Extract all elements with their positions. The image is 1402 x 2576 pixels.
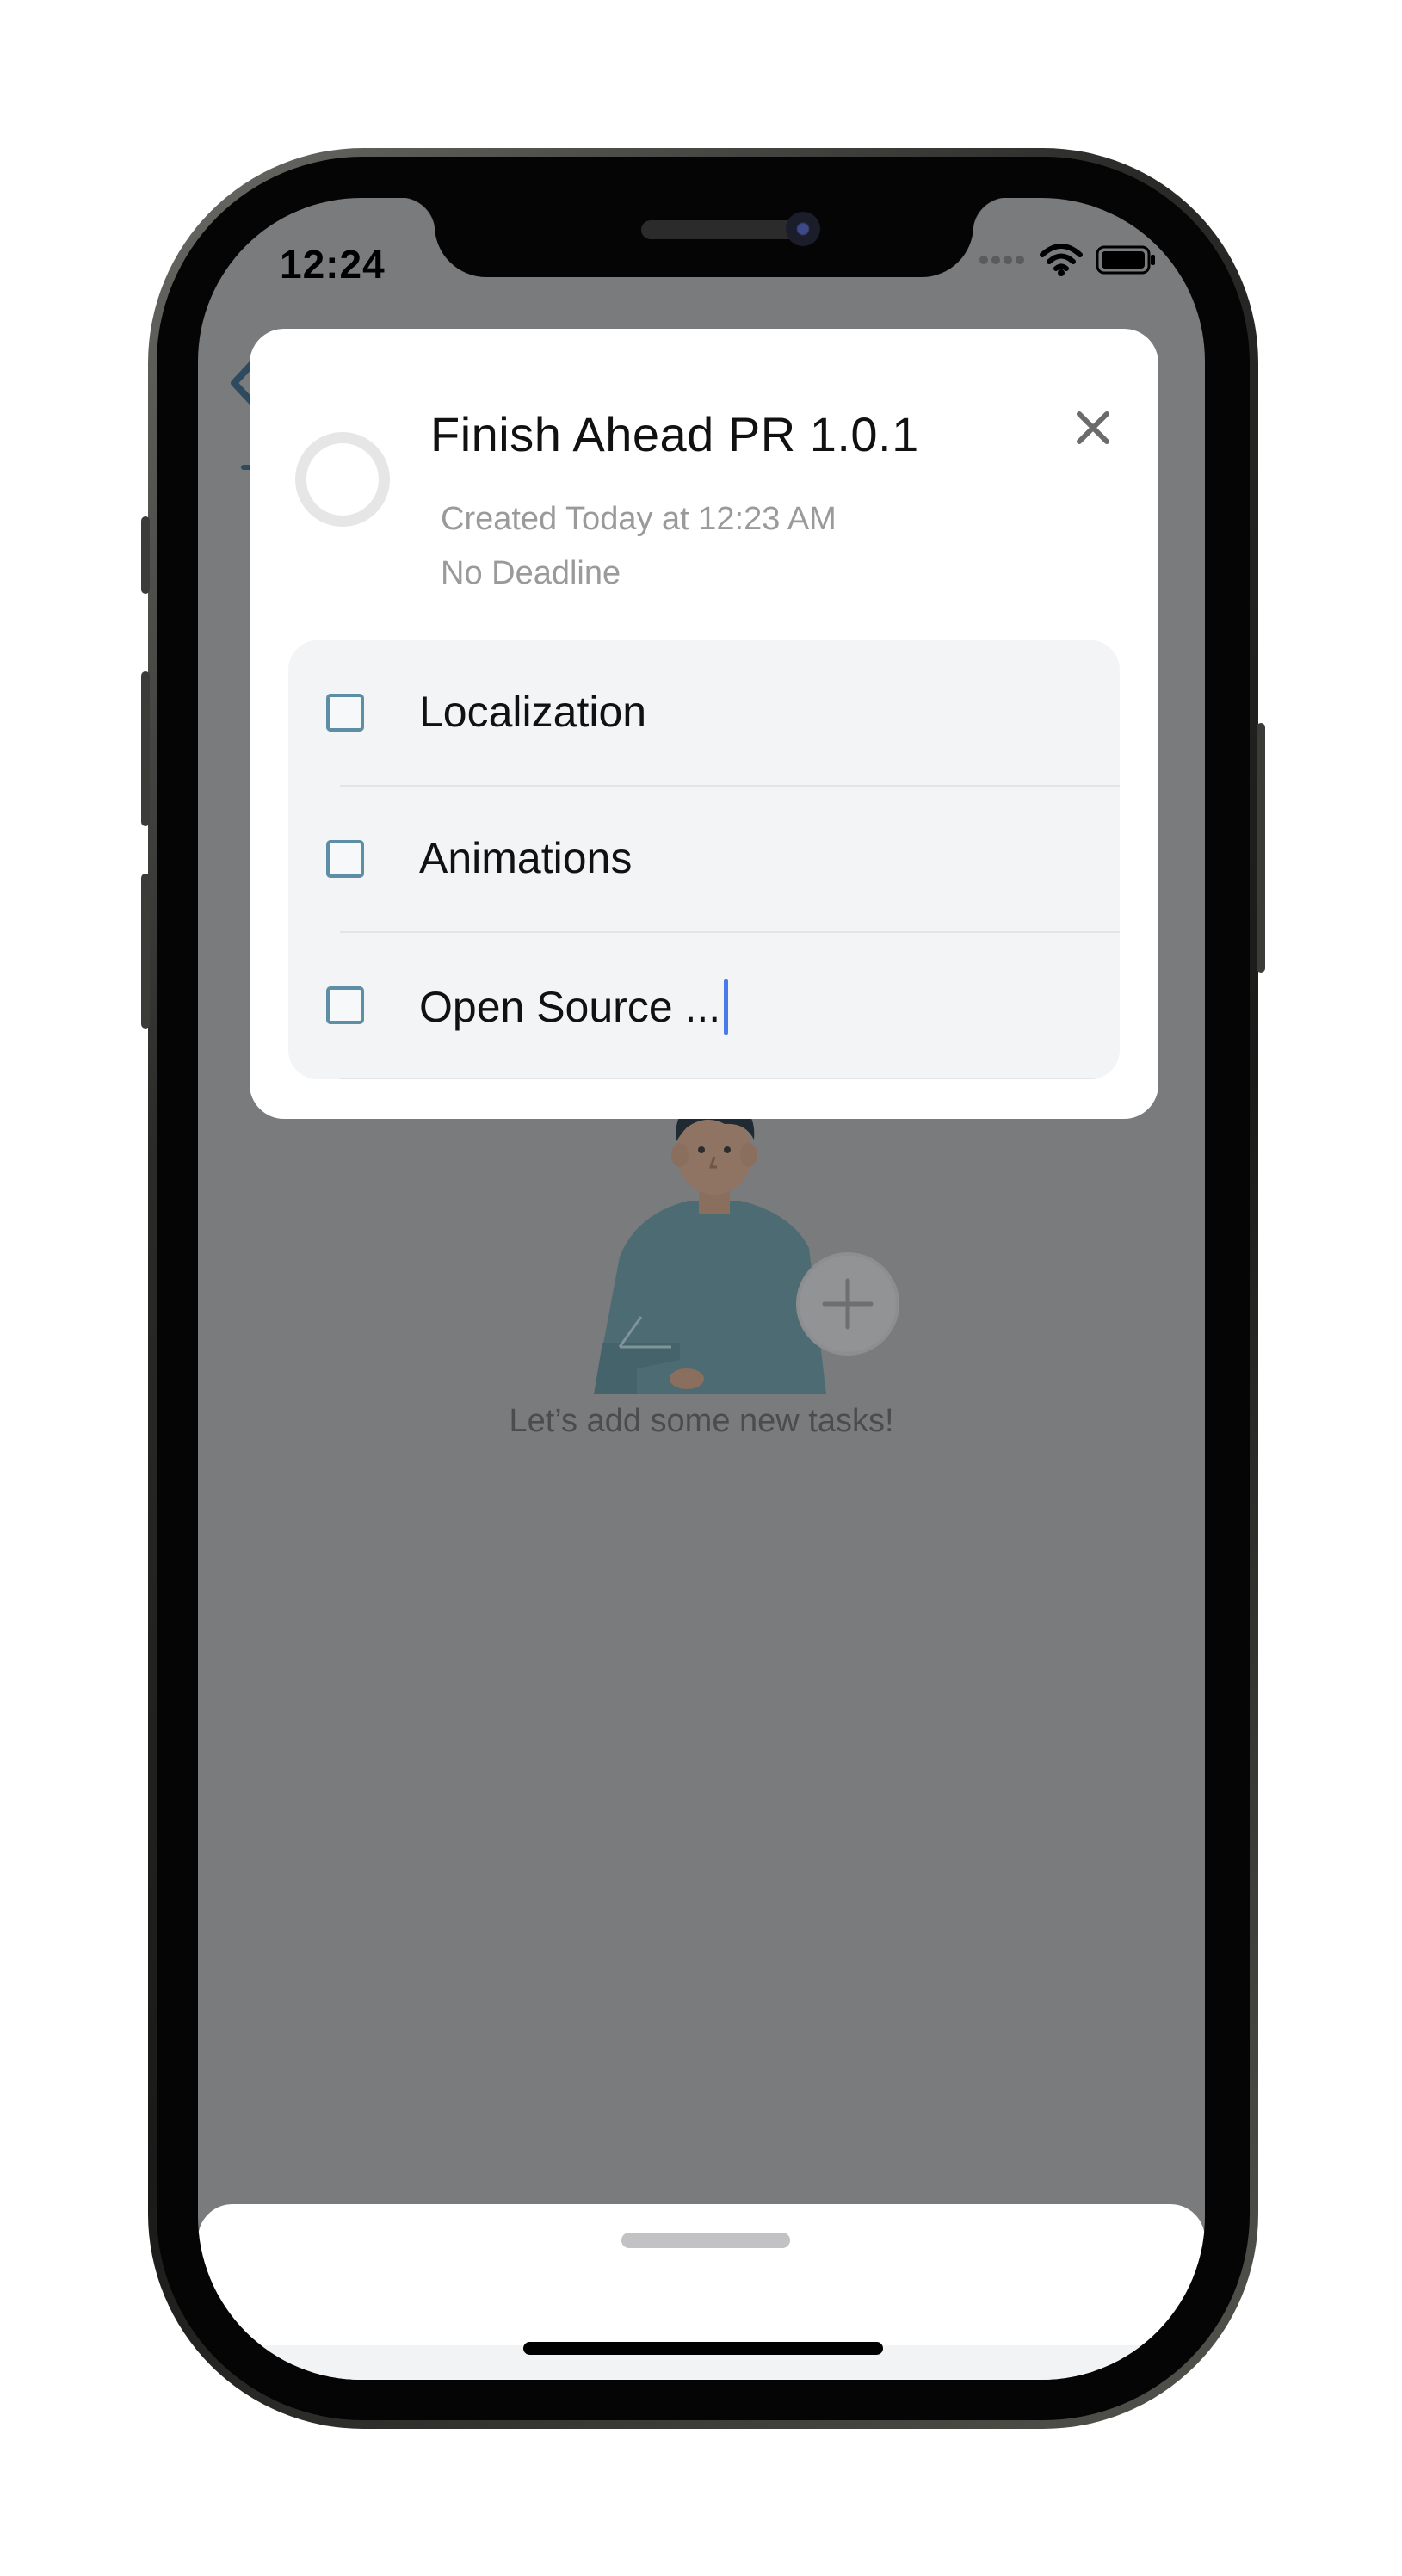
status-time: 12:24 [280, 242, 386, 287]
battery-icon [1096, 245, 1155, 275]
home-indicator[interactable] [523, 2342, 883, 2355]
speaker [641, 220, 805, 239]
plus-icon[interactable] [792, 1248, 904, 1360]
screen: Let’s add some new tasks! 12:24 Finish A… [198, 198, 1205, 2380]
subtask-row: Open Source ... [288, 933, 1120, 1079]
notch [400, 198, 1008, 277]
front-camera [786, 212, 820, 246]
subtask-row: Animations [288, 787, 1120, 933]
progress-ring[interactable] [295, 432, 390, 527]
wifi-icon [1040, 244, 1083, 276]
text-caret [724, 979, 729, 1035]
subtask-checkbox[interactable] [326, 986, 364, 1024]
power-button [1257, 723, 1265, 973]
task-title[interactable]: Finish Ahead PR 1.0.1 [430, 406, 919, 462]
subtask-row: Localization [288, 640, 1120, 787]
divider [340, 1078, 1120, 1079]
subtask-label[interactable]: Animations [419, 833, 632, 883]
task-created-date: Created Today at 12:23 AM [441, 501, 837, 537]
subtask-label: Open Source ... [419, 983, 721, 1031]
volume-up-button [141, 671, 150, 826]
empty-state-text: Let’s add some new tasks! [509, 1403, 894, 1439]
subtask-list: Localization Animations Open Source ... [288, 640, 1120, 1079]
silent-switch [141, 516, 150, 594]
volume-down-button [141, 874, 150, 1029]
task-detail-card: Finish Ahead PR 1.0.1 Created Today at 1… [250, 329, 1158, 1119]
task-deadline[interactable]: No Deadline [441, 555, 621, 592]
signal-icon [979, 256, 1024, 264]
sheet-grabber[interactable] [621, 2233, 790, 2248]
subtask-checkbox[interactable] [326, 840, 364, 878]
subtask-checkbox[interactable] [326, 694, 364, 732]
status-icons [979, 243, 1158, 277]
subtask-input[interactable]: Open Source ... [419, 979, 729, 1035]
subtask-label[interactable]: Localization [419, 687, 646, 737]
close-icon[interactable] [1067, 402, 1119, 454]
